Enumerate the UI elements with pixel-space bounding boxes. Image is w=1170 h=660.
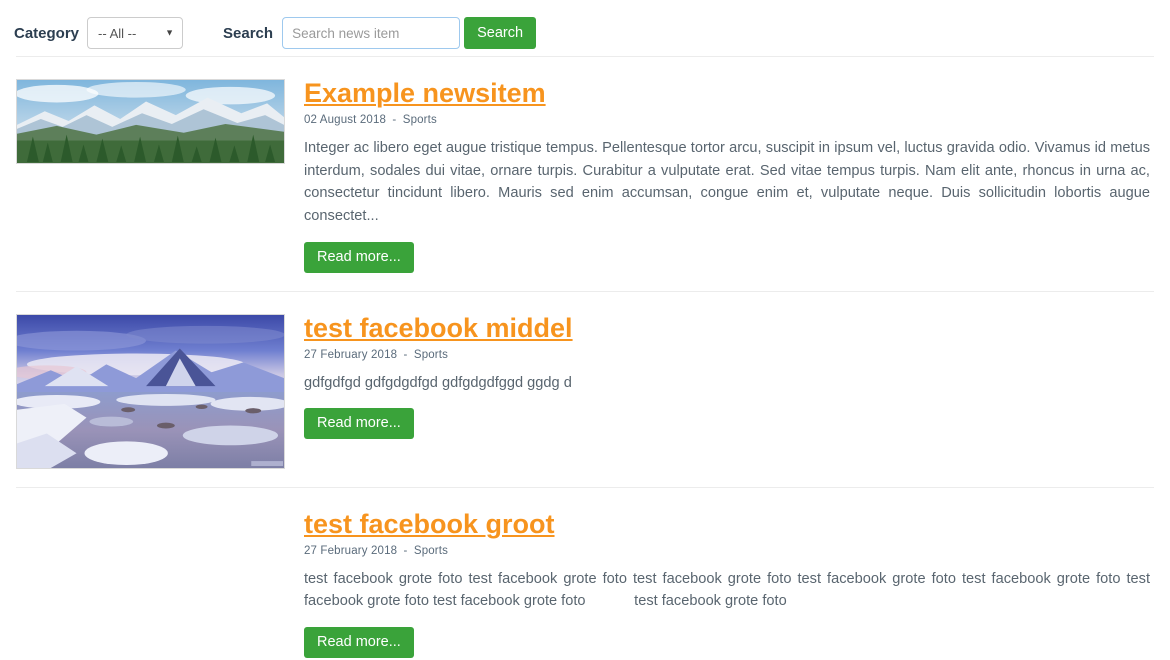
news-item: test facebook middel 27 February 2018 - … (16, 290, 1154, 487)
news-body-column: Example newsitem 02 August 2018 - Sports… (288, 78, 1155, 273)
news-category: Sports (402, 114, 437, 127)
category-select-wrapper[interactable]: -- All -- ▼ (87, 17, 184, 49)
news-body-column: test facebook groot 27 February 2018 - S… (288, 509, 1155, 658)
search-label: Search (223, 24, 274, 42)
news-date: 27 February 2018 (304, 348, 398, 361)
news-date: 27 February 2018 (304, 544, 398, 557)
news-meta: 27 February 2018 - Sports (304, 545, 1150, 557)
news-list-page: Category -- All -- ▼ Search Search news … (0, 0, 1170, 660)
category-label: Category (14, 24, 80, 42)
meta-separator: - (392, 114, 397, 127)
filter-bar: Category -- All -- ▼ Search Search (0, 0, 1170, 56)
read-more-button[interactable]: Read more... (304, 408, 414, 440)
news-meta: 27 February 2018 - Sports (304, 349, 1150, 361)
news-thumbnail-image[interactable] (16, 313, 285, 469)
news-category: Sports (413, 348, 449, 361)
news-body-text: test facebook grote foto test facebook g… (304, 570, 1155, 610)
news-thumbnail-column (16, 313, 288, 469)
news-thumbnail-column (16, 79, 288, 164)
news-item: Example newsitem 02 August 2018 - Sports… (16, 56, 1154, 291)
search-input[interactable] (282, 17, 461, 49)
news-title-link[interactable]: test facebook middel (304, 313, 573, 343)
news-date: 02 August 2018 (304, 114, 387, 127)
meta-separator: - (403, 544, 408, 557)
meta-separator: - (403, 348, 408, 361)
news-category: Sports (413, 544, 449, 557)
news-body-text: Integer ac libero eget augue tristique t… (304, 140, 1155, 224)
read-more-button[interactable]: Read more... (304, 626, 414, 658)
news-body-column: test facebook middel 27 February 2018 - … (288, 313, 1154, 440)
category-select[interactable]: -- All -- (87, 17, 184, 49)
news-title-link[interactable]: Example newsitem (304, 78, 546, 108)
news-body-text: gdfgdfgd gdfgdgdfgd gdfgdgdfggd ggdg d (304, 374, 572, 391)
search-button[interactable]: Search (464, 17, 537, 49)
news-meta: 02 August 2018 - Sports (304, 114, 1150, 126)
read-more-button[interactable]: Read more... (304, 241, 414, 273)
news-list: Example newsitem 02 August 2018 - Sports… (0, 56, 1170, 660)
news-thumbnail-image[interactable] (16, 79, 285, 164)
news-title-link[interactable]: test facebook groot (304, 509, 555, 539)
news-item: test facebook groot 27 February 2018 - S… (16, 486, 1155, 660)
